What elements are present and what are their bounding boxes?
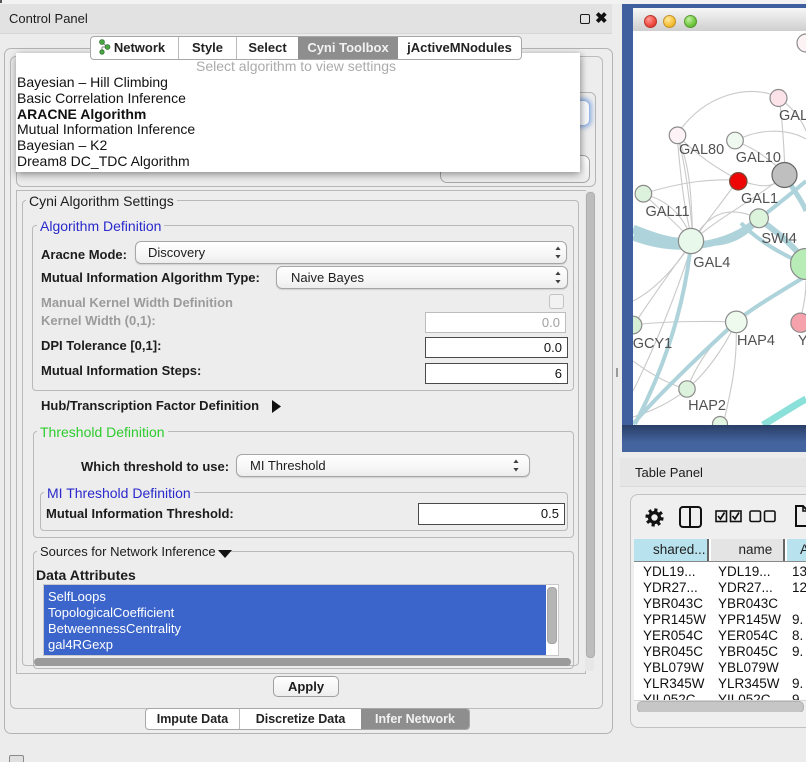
svg-text:Y: Y	[798, 333, 806, 349]
svg-text:GAL11: GAL11	[646, 204, 690, 220]
svg-text:GCY1: GCY1	[633, 336, 672, 352]
svg-text:SWI4: SWI4	[761, 231, 796, 247]
svg-text:GAL4: GAL4	[693, 255, 730, 271]
svg-text:GAL80: GAL80	[679, 142, 724, 158]
svg-text:GAL7: GAL7	[779, 108, 806, 124]
svg-text:GAL10: GAL10	[736, 150, 781, 166]
svg-text:HAP4: HAP4	[737, 333, 775, 349]
svg-text:HAP2: HAP2	[688, 398, 726, 414]
svg-text:GAL1: GAL1	[741, 191, 778, 207]
